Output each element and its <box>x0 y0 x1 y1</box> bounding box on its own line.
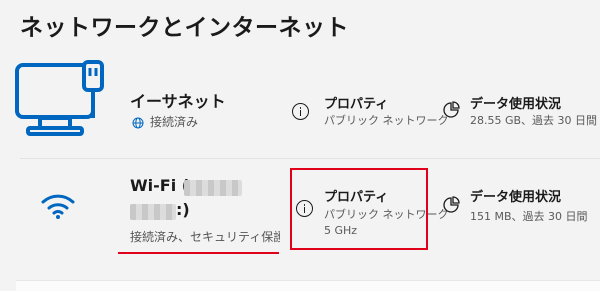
wifi-data-usage-subtitle: 151 MB、過去 30 日間 <box>470 210 588 223</box>
ethernet-data-usage-link[interactable]: データ使用状況 28.55 GB、過去 30 日間 <box>440 90 600 130</box>
monitor-ethernet-icon <box>14 56 114 160</box>
ethernet-data-usage-title: データ使用状況 <box>470 97 562 112</box>
row-divider <box>20 158 600 159</box>
ethernet-name: イーサネット <box>130 92 226 111</box>
highlight-underline <box>118 252 279 254</box>
ethernet-status: 接続済み <box>150 115 199 129</box>
ethernet-properties-subtitle: パブリック ネットワーク <box>324 114 449 127</box>
redacted-network-name-2 <box>130 204 176 220</box>
wifi-status: 接続済み、セキュリティ保護さ <box>130 230 280 244</box>
next-section-card <box>16 280 600 291</box>
pie-chart-icon <box>442 101 460 123</box>
ethernet-properties-title: プロパティ <box>324 97 389 112</box>
wifi-name-suffix: :) <box>176 200 190 219</box>
highlight-box <box>290 168 428 250</box>
ethernet-properties-link[interactable]: プロパティ パブリック ネットワーク <box>290 90 449 130</box>
wifi-data-usage-title: データ使用状況 <box>470 190 562 205</box>
page-title: ネットワークとインターネット <box>20 15 349 41</box>
wifi-data-usage-link[interactable]: データ使用状況 151 MB、過去 30 日間 <box>440 176 600 226</box>
ethernet-data-usage-subtitle: 28.55 GB、過去 30 日間 <box>470 114 598 127</box>
info-icon <box>292 103 309 120</box>
pie-chart-icon <box>442 196 460 218</box>
globe-icon <box>132 114 144 133</box>
redacted-network-name <box>184 180 242 196</box>
wifi-name-prefix: Wi-Fi ( <box>130 176 190 195</box>
wifi-icon <box>40 190 76 224</box>
ethernet-row[interactable]: イーサネット 接続済み プロパティ パブリック ネットワーク データ使用状況 2… <box>0 50 600 158</box>
